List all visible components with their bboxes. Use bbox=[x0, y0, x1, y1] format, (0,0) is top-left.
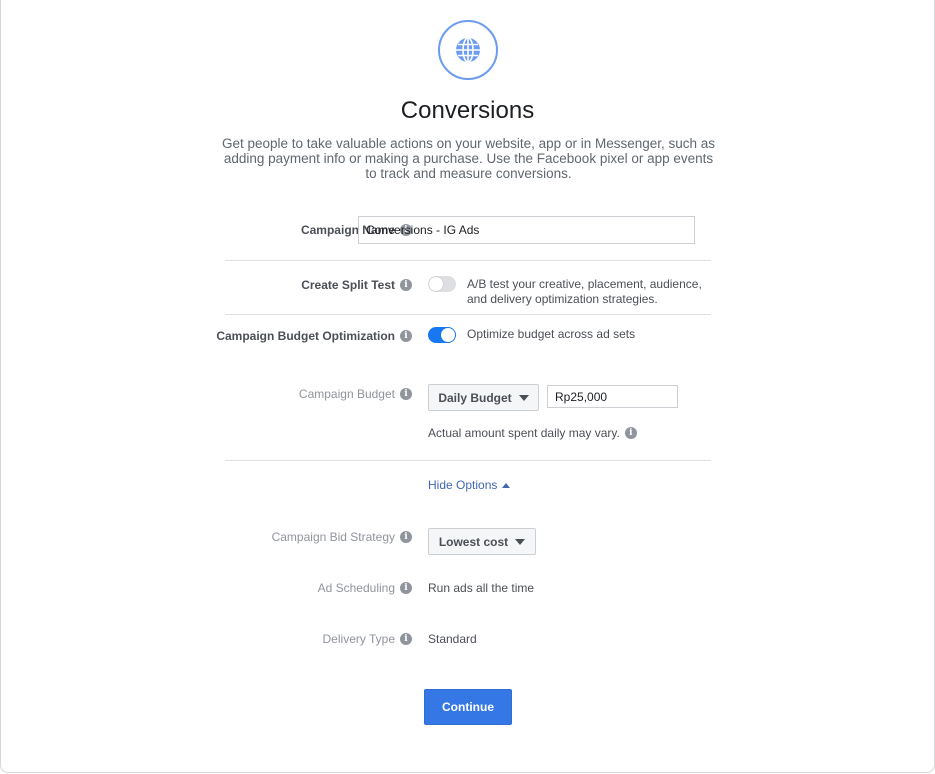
info-icon[interactable]: i bbox=[400, 633, 412, 645]
split-test-label: Create Split Test i bbox=[301, 278, 412, 292]
budget-type-dropdown[interactable]: Daily Budget bbox=[428, 384, 539, 411]
info-icon[interactable]: i bbox=[400, 388, 412, 400]
hide-options-link[interactable]: Hide Options bbox=[428, 478, 511, 492]
cbo-description: Optimize budget across ad sets bbox=[467, 327, 636, 341]
bid-strategy-dropdown[interactable]: Lowest cost bbox=[428, 528, 536, 555]
note-text: Actual amount spent daily may vary. bbox=[428, 426, 620, 440]
info-icon[interactable]: i bbox=[400, 279, 412, 291]
budget-amount-input[interactable]: Rp25,000 bbox=[547, 385, 678, 408]
dropdown-value: Daily Budget bbox=[438, 390, 512, 405]
divider bbox=[225, 260, 711, 261]
info-icon[interactable]: i bbox=[624, 427, 637, 439]
cbo-label: Campaign Budget Optimization i bbox=[216, 329, 412, 343]
label-text: Campaign Budget bbox=[298, 387, 395, 401]
divider bbox=[225, 460, 711, 461]
bid-strategy-label: Campaign Bid Strategy i bbox=[272, 530, 412, 544]
dropdown-value: Lowest cost bbox=[438, 534, 509, 549]
info-icon[interactable]: i bbox=[400, 582, 412, 594]
delivery-type-value[interactable]: Standard bbox=[428, 632, 477, 646]
info-icon[interactable]: i bbox=[400, 330, 412, 342]
split-test-description: A/B test your creative, placement, audie… bbox=[467, 277, 702, 306]
info-icon[interactable]: i bbox=[400, 531, 412, 543]
caret-down-icon bbox=[515, 538, 526, 545]
delivery-type-label: Delivery Type i bbox=[323, 632, 412, 646]
budget-note: Actual amount spent daily may vary. i bbox=[428, 426, 637, 440]
page-title: Conversions bbox=[400, 97, 535, 124]
campaign-budget-label: Campaign Budget i bbox=[299, 387, 412, 401]
divider bbox=[225, 314, 711, 315]
split-test-toggle[interactable] bbox=[428, 276, 456, 292]
ad-scheduling-label: Ad Scheduling i bbox=[318, 581, 412, 595]
label-text: Ad Scheduling bbox=[317, 581, 395, 595]
label-text: Delivery Type bbox=[322, 632, 395, 646]
objective-description: Get people to take valuable actions on y… bbox=[221, 136, 716, 181]
caret-down-icon bbox=[518, 394, 529, 401]
caret-up-icon bbox=[502, 482, 511, 488]
label-text: Campaign Bid Strategy bbox=[271, 530, 395, 544]
campaign-name-input[interactable]: Conversions - IG Ads bbox=[358, 216, 695, 244]
ad-scheduling-value[interactable]: Run ads all the time bbox=[428, 581, 534, 595]
continue-button[interactable]: Continue bbox=[424, 689, 512, 725]
globe-icon bbox=[456, 37, 480, 63]
link-text: Hide Options bbox=[428, 478, 498, 492]
label-text: Create Split Test bbox=[301, 278, 395, 292]
objective-logo bbox=[438, 20, 498, 80]
cbo-toggle[interactable] bbox=[428, 327, 456, 343]
label-text: Campaign Budget Optimization bbox=[216, 329, 395, 343]
